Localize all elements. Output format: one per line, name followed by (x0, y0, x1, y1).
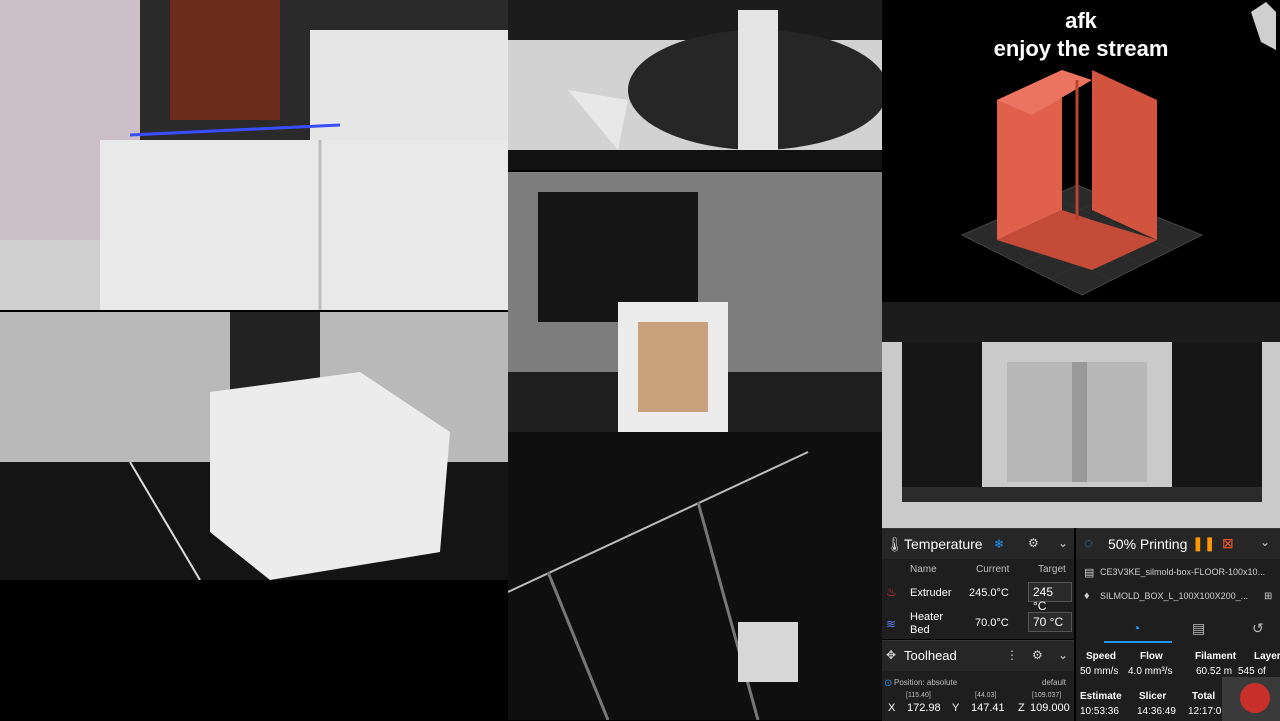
webcam-thumbnail (1222, 677, 1280, 721)
thumbnail-figure (1240, 683, 1270, 713)
gear-icon[interactable]: ⚙ (1028, 536, 1039, 550)
camera-image (0, 0, 508, 310)
temperature-title: Temperature (904, 536, 983, 552)
flow-label: Flow (1140, 651, 1163, 662)
column-target: Target (1038, 564, 1066, 575)
camera-feed-middle-left (0, 312, 508, 580)
x-position[interactable]: 172.98 (907, 702, 941, 714)
stream-subtitle: enjoy the stream (993, 36, 1169, 61)
camera-image (0, 312, 508, 580)
heater-bed-icon: ≋ (886, 617, 897, 631)
camera-feed-right (882, 302, 1280, 528)
x-label: X (888, 702, 896, 714)
toolhead-panel: ✥ Toolhead ⋮ ⚙ ⌄ ⊙ Position: absolute de… (882, 640, 1074, 721)
more-icon[interactable]: ⋮ (1006, 648, 1018, 662)
column-name: Name (910, 564, 937, 575)
object-select-icon[interactable]: ⊞ (1264, 591, 1272, 602)
current-object-name: SILMOLD_BOX_L_100X100X200_... (1100, 591, 1249, 601)
extruder-label: Extruder (910, 587, 952, 599)
print-file-name: CE3V3KE_silmold-box-FLOOR-100x10... (1100, 567, 1266, 577)
status-header: ◌ 50% Printing ❚❚ ⊠ ⌄ (1076, 529, 1280, 559)
camera-feed-top-left (0, 0, 508, 310)
z-label: Z (1018, 702, 1025, 714)
extruder-current: 245.0°C (969, 587, 1009, 599)
z-position[interactable]: 109.000 (1030, 702, 1070, 714)
tab-file-icon[interactable]: ▤ (1192, 620, 1205, 637)
camera-feed-center (508, 172, 882, 720)
bed-target-input[interactable]: 70 °C (1028, 612, 1072, 632)
slicer-label: Slicer (1139, 691, 1167, 702)
layer-label: Layer (1254, 651, 1280, 662)
y-target: [44.03] (975, 692, 997, 699)
speed-label: Speed (1086, 651, 1117, 662)
tab-speed-icon[interactable]: ◔ (1132, 620, 1140, 636)
filament-label: Filament (1195, 651, 1237, 662)
column-current: Current (976, 564, 1010, 575)
temperature-header: 🌡 Temperature ❄ ⚙ ⌄ (882, 529, 1074, 559)
camera-image (508, 172, 882, 720)
chevron-down-icon[interactable]: ⌄ (1058, 648, 1068, 662)
tab-history-icon[interactable]: ↺ (1252, 620, 1264, 637)
pin-icon: ♦ (1084, 590, 1090, 602)
y-position[interactable]: 147.41 (971, 702, 1005, 714)
model-preview-image (960, 70, 1204, 296)
total-label: Total (1192, 691, 1216, 702)
profile-label: default (1042, 678, 1067, 687)
snowflake-icon[interactable]: ❄ (994, 537, 1004, 551)
extruder-target-input[interactable]: 245 °C (1028, 582, 1072, 613)
cancel-object-icon[interactable]: ⊠ (1222, 535, 1234, 552)
gear-icon[interactable]: ⚙ (1032, 648, 1043, 662)
active-tab-indicator (1104, 641, 1172, 643)
position-mode: Position: absolute (894, 678, 958, 687)
estimate-label: Estimate (1080, 691, 1122, 702)
camera-image (508, 0, 882, 170)
bed-label-2: Bed (910, 624, 930, 636)
y-label: Y (952, 702, 960, 714)
camera-image (882, 302, 1280, 528)
x-target: [115.40] (906, 692, 931, 699)
afk-title: afk (1065, 8, 1097, 33)
bed-current: 70.0°C (975, 617, 1009, 629)
print-status-title: 50% Printing (1108, 536, 1188, 552)
flow-value: 4.0 mm³/s (1128, 666, 1173, 677)
progress-spinner-icon: ◌ (1084, 535, 1093, 552)
slicer-value: 14:36:49 (1137, 706, 1176, 717)
pause-icon[interactable]: ❚❚ (1192, 535, 1215, 552)
corner-icon (1251, 2, 1276, 50)
position-info-icon: ⊙ (884, 678, 893, 689)
estimate-value: 10:53:36 (1080, 706, 1119, 717)
z-target: [109.037] (1032, 692, 1062, 699)
crosshair-icon: ✥ (886, 648, 897, 662)
speed-value: 50 mm/s (1080, 666, 1119, 677)
camera-feed-top-middle (508, 0, 882, 170)
model-preview-panel: afk enjoy the stream (882, 0, 1280, 300)
temperature-panel: 🌡 Temperature ❄ ⚙ ⌄ Name Current Target … (882, 528, 1074, 639)
bed-label-1: Heater (910, 611, 944, 623)
chevron-down-icon[interactable]: ⌄ (1260, 535, 1270, 549)
toolhead-title: Toolhead (904, 648, 957, 663)
chevron-down-icon[interactable]: ⌄ (1058, 536, 1068, 550)
filament-value: 60.52 m (1196, 666, 1233, 677)
file-icon: ▤ (1084, 567, 1095, 579)
toolhead-header: ✥ Toolhead ⋮ ⚙ ⌄ (882, 641, 1074, 671)
thermometer-icon: 🌡 (886, 536, 904, 552)
print-status-panel: ◌ 50% Printing ❚❚ ⊠ ⌄ ▤ CE3V3KE_silmold-… (1076, 528, 1280, 721)
extruder-icon: ♨ (886, 585, 897, 599)
